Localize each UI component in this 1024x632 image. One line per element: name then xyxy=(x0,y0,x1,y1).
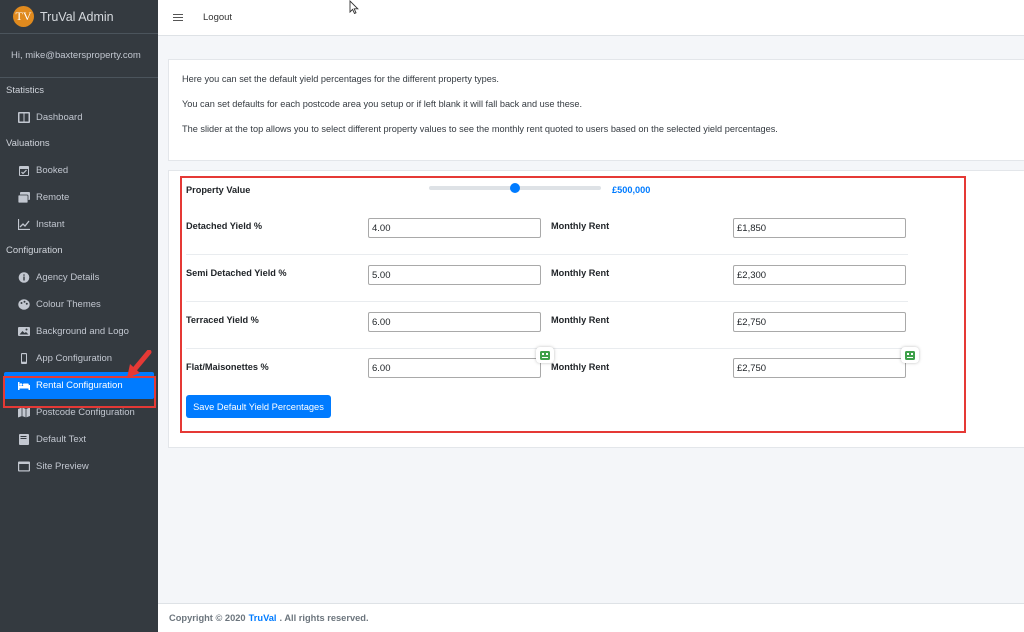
user-greeting: Hi, mike@baxtersproperty.com xyxy=(11,50,141,61)
detached-yield-label: Detached Yield % xyxy=(186,221,263,231)
sidebar-item-label: Dashboard xyxy=(36,112,83,123)
chart-line-icon xyxy=(18,219,30,230)
sidebar-item-label: Agency Details xyxy=(36,272,100,283)
footer: Copyright © 2020 TruVal . All rights res… xyxy=(158,603,1024,632)
detached-rent-label: Monthly Rent xyxy=(551,221,610,231)
terraced-rent-label: Monthly Rent xyxy=(551,315,610,325)
nav-header-statistics: Statistics xyxy=(6,85,45,96)
row-divider xyxy=(186,254,908,255)
footer-suffix: . All rights reserved. xyxy=(279,613,369,623)
sidebar-item-label: Rental Configuration xyxy=(36,380,123,391)
window-icon xyxy=(18,461,30,472)
terraced-yield-input[interactable] xyxy=(368,312,541,332)
mobile-icon xyxy=(18,353,30,364)
calendar-check-icon xyxy=(18,165,30,176)
sidebar-item-postcode-configuration[interactable]: Postcode Configuration xyxy=(0,399,158,426)
book-icon xyxy=(18,434,30,445)
sidebar-item-remote[interactable]: Remote xyxy=(0,184,158,211)
sidebar-item-agency-details[interactable]: Agency Details xyxy=(0,264,158,291)
sidebar-item-site-preview[interactable]: Site Preview xyxy=(0,453,158,480)
autofill-extension-icon[interactable] xyxy=(901,347,919,363)
sidebar-item-dashboard[interactable]: Dashboard xyxy=(0,104,158,131)
mouse-cursor-icon xyxy=(349,0,359,14)
sidebar-item-colour-themes[interactable]: Colour Themes xyxy=(0,291,158,318)
sidebar-item-label: Booked xyxy=(36,165,69,176)
sidebar-item-label: Default Text xyxy=(36,434,86,445)
semi-detached-rent-input[interactable] xyxy=(733,265,906,285)
property-value-label: Property Value xyxy=(186,185,251,195)
save-default-yield-button[interactable]: Save Default Yield Percentages xyxy=(186,395,331,418)
sidebar-item-background-and-logo[interactable]: Background and Logo xyxy=(0,318,158,345)
flat-maisonettes-rent-input[interactable] xyxy=(733,358,906,378)
bed-icon xyxy=(18,380,30,391)
map-icon xyxy=(18,407,30,418)
info-circle-icon xyxy=(18,272,30,283)
sidebar-item-label: Site Preview xyxy=(36,461,89,472)
sidebar-item-rental-configuration[interactable]: Rental Configuration xyxy=(4,372,154,399)
detached-yield-input[interactable] xyxy=(368,218,541,238)
property-value-slider-thumb[interactable] xyxy=(510,183,520,193)
nav-header-configuration: Configuration xyxy=(6,245,63,256)
footer-copyright: Copyright © 2020 xyxy=(169,613,246,623)
footer-brand-link[interactable]: TruVal xyxy=(249,613,277,623)
hamburger-menu-icon[interactable] xyxy=(173,14,183,21)
top-navbar: Logout xyxy=(158,0,1024,36)
images-icon xyxy=(18,192,30,203)
row-divider xyxy=(186,301,908,302)
sidebar-item-label: Colour Themes xyxy=(36,299,101,310)
info-text-3: The slider at the top allows you to sele… xyxy=(182,124,778,134)
semi-detached-rent-label: Monthly Rent xyxy=(551,268,610,278)
sidebar-item-label: Remote xyxy=(36,192,70,203)
flat-maisonettes-yield-label: Flat/Maisonettes % xyxy=(186,362,269,372)
brand[interactable]: TV TruVal Admin xyxy=(0,0,158,34)
flat-maisonettes-rent-label: Monthly Rent xyxy=(551,362,610,372)
sidebar-item-label: Instant xyxy=(36,219,65,230)
nav-header-valuations: Valuations xyxy=(6,138,50,149)
flat-maisonettes-yield-input[interactable] xyxy=(368,358,541,378)
dashboard-icon xyxy=(18,112,30,123)
sidebar-item-booked[interactable]: Booked xyxy=(0,157,158,184)
sidebar-item-instant[interactable]: Instant xyxy=(0,211,158,238)
info-text-1: Here you can set the default yield perce… xyxy=(182,74,499,84)
terraced-yield-label: Terraced Yield % xyxy=(186,315,259,325)
autofill-extension-icon[interactable] xyxy=(536,347,554,363)
terraced-rent-input[interactable] xyxy=(733,312,906,332)
user-panel[interactable]: Hi, mike@baxtersproperty.com xyxy=(0,34,158,78)
sidebar-item-label: Background and Logo xyxy=(36,326,129,337)
sidebar-item-label: App Configuration xyxy=(36,353,113,364)
palette-icon xyxy=(18,299,30,310)
sidebar: TV TruVal Admin Hi, mike@baxtersproperty… xyxy=(0,0,158,632)
logout-link[interactable]: Logout xyxy=(203,12,232,23)
sidebar-item-default-text[interactable]: Default Text xyxy=(0,426,158,453)
semi-detached-yield-input[interactable] xyxy=(368,265,541,285)
image-icon xyxy=(18,326,30,337)
sidebar-item-label: Postcode Configuration xyxy=(36,407,135,418)
property-value-display: £500,000 xyxy=(612,185,651,195)
semi-detached-yield-label: Semi Detached Yield % xyxy=(186,268,287,278)
info-card: Here you can set the default yield perce… xyxy=(168,59,1024,161)
detached-rent-input[interactable] xyxy=(733,218,906,238)
brand-logo: TV xyxy=(13,6,34,27)
sidebar-item-app-configuration[interactable]: App Configuration xyxy=(0,345,158,372)
brand-title: TruVal Admin xyxy=(40,9,114,24)
info-text-2: You can set defaults for each postcode a… xyxy=(182,99,583,109)
